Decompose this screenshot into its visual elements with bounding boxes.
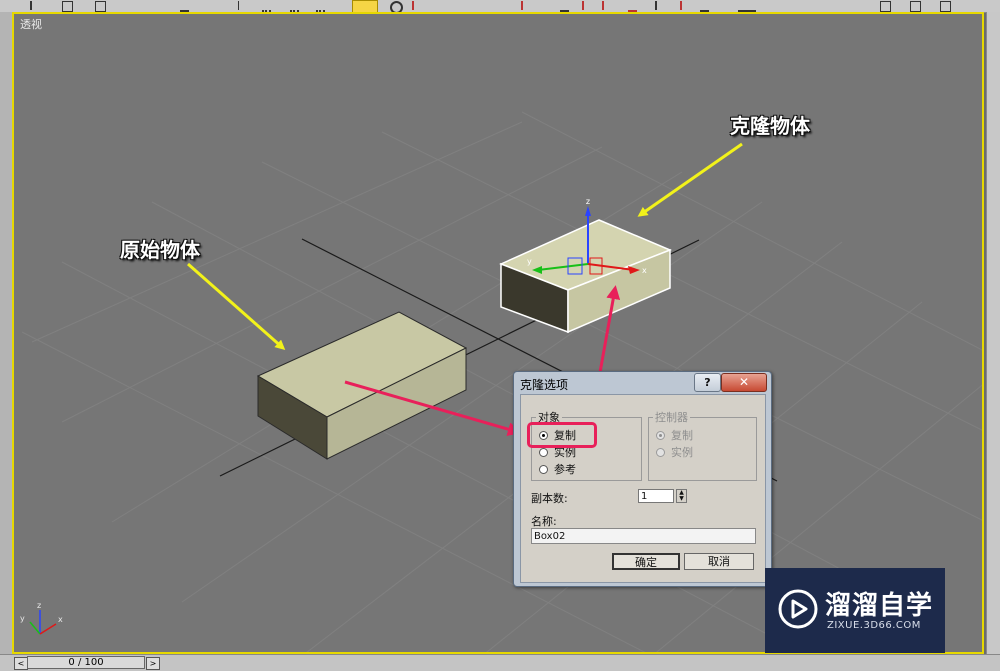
command-panel[interactable] [986,12,1000,654]
toolbar-icon[interactable] [238,1,248,10]
toolbar-icon[interactable] [738,1,756,12]
ctrl-radio-instance-dot [656,447,665,457]
viewport-scene: z y x z y x [20,111,982,652]
toolbar-icon[interactable] [512,1,523,10]
cancel-button[interactable]: 取消 [684,553,754,570]
watermark-url: ZIXUE.3D66.COM [827,620,921,631]
watermark-title: 溜溜自学 [825,591,934,621]
arrow-to-original [187,262,286,350]
ctrl-radio-copy-label: 复制 [671,429,693,442]
ctrl-radio-instance: 实例 [656,445,693,459]
toolbar-icon[interactable] [30,1,41,10]
copy-highlight-box [527,422,597,448]
timeline-next-button[interactable]: > [146,657,160,670]
controller-group-legend: 控制器 [655,411,688,424]
watermark: 溜溜自学 ZIXUE.3D66.COM [765,568,945,653]
dialog-title: 克隆选项 [520,378,569,392]
toolbar-icon[interactable] [290,1,299,12]
name-input[interactable]: Box02 [531,528,756,544]
toolbar-icon[interactable] [180,1,189,12]
toolbar-icon[interactable] [700,1,709,12]
toolbar-icon[interactable] [628,1,637,12]
radio-instance-dot[interactable] [539,447,548,457]
view-axes-tripod: z y x [20,601,63,635]
radio-reference-label: 参考 [554,463,576,476]
copies-input[interactable]: 1 [638,489,674,503]
toolbar-icon[interactable] [880,1,891,12]
toolbar-icon[interactable] [680,1,691,10]
toolbar-icon[interactable] [262,1,271,12]
timeline-bar: < 0 / 100 > [0,654,1000,671]
gizmo-z-label: z [586,197,590,206]
copies-spinner[interactable]: ▲ ▼ [676,489,687,503]
dialog-body: 对象 复制 实例 参考 控制器 复制 实例 副本数: 1 ▲ ▼ 名称: Box… [520,394,766,583]
perspective-viewport[interactable]: z y x z y x 透视 [12,12,984,654]
time-slider[interactable]: 0 / 100 [27,656,145,669]
ctrl-radio-instance-label: 实例 [671,446,693,459]
viewport-label[interactable]: 透视 [20,16,42,32]
copies-label: 副本数: [531,492,568,505]
help-button[interactable]: ? [694,373,721,392]
ok-button[interactable]: 确定 [612,553,680,570]
ctrl-radio-copy-dot [656,430,665,440]
clone-box[interactable] [499,219,672,334]
toolbar-icon[interactable] [560,1,569,12]
toolbar-icon[interactable] [602,1,613,10]
toolbar-icon[interactable] [910,1,921,12]
arrow-to-clone [637,142,743,217]
timeline-prev-button[interactable]: < [14,657,28,670]
toolbar-icon[interactable] [940,1,951,12]
toolbar-icon[interactable] [655,1,666,10]
tripod-y-label: y [20,614,25,623]
radio-reference-dot[interactable] [539,464,548,474]
ctrl-radio-copy: 复制 [656,428,693,442]
close-button[interactable]: ✕ [721,373,767,392]
tripod-x-label: x [58,615,63,624]
toolbar-icon[interactable] [95,1,106,12]
clone-options-dialog: 克隆选项 ? ✕ 对象 复制 实例 参考 控制器 复制 实例 副本数: 1 ▲ … [513,371,772,587]
name-label: 名称: [531,515,557,528]
tripod-z-label: z [37,601,41,610]
annotation-clone: 克隆物体 [730,114,810,138]
radio-reference[interactable]: 参考 [539,462,576,476]
toolbar-icon[interactable] [62,1,73,12]
toolbar-icon[interactable] [412,1,423,10]
gizmo-x-label: x [642,266,647,275]
toolbar-icon[interactable] [316,1,325,12]
toolbar-icon[interactable] [582,1,593,10]
play-logo-icon [778,589,818,629]
annotation-original: 原始物体 [120,238,200,262]
gizmo-y-label: y [527,257,532,266]
